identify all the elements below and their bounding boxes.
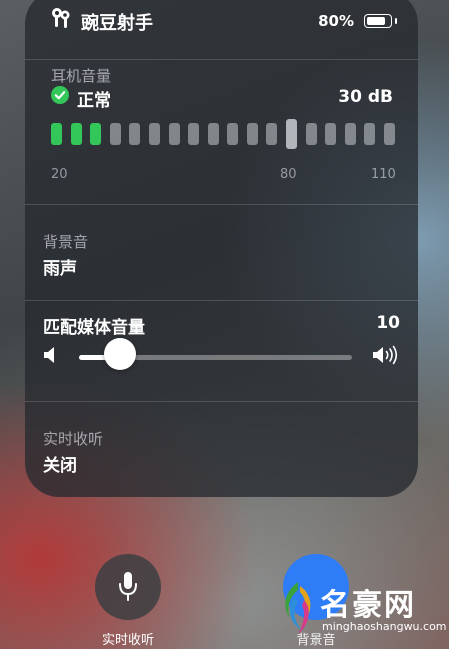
- watermark-subtitle: minghaoshangwu.com: [322, 620, 447, 633]
- live-listen-button-label: 实时收听: [101, 633, 154, 648]
- level-bar: [51, 123, 62, 145]
- level-bar: [227, 123, 239, 145]
- watermark-title: 名豪网: [320, 588, 416, 623]
- airpods-icon: [52, 8, 70, 28]
- media-volume-label: 匹配媒体音量: [43, 318, 145, 338]
- live-listen-label: 实时收听: [43, 430, 104, 448]
- headphone-level-label: 耳机音量: [51, 67, 112, 85]
- watermark: 名豪网 minghaoshangwu.com: [270, 576, 449, 649]
- level-bar: [384, 123, 395, 145]
- media-volume-slider-knob[interactable]: [104, 338, 136, 370]
- level-bar: [266, 123, 278, 145]
- microphone-icon: [119, 572, 137, 601]
- level-marker: [286, 119, 298, 149]
- scale-mid-label: 80: [280, 167, 297, 182]
- checkmark-circle-icon: [51, 86, 69, 104]
- level-bar: [109, 123, 121, 145]
- device-name: 豌豆射手: [81, 13, 153, 34]
- headphone-level-db: 30 dB: [338, 87, 393, 107]
- divider: [25, 204, 418, 205]
- divider: [25, 59, 418, 60]
- headphone-level-status: 正常: [77, 91, 111, 111]
- battery-percentage: 80%: [318, 12, 354, 30]
- watermark-logo: [285, 582, 311, 634]
- level-bar: [188, 123, 200, 145]
- level-bar: [207, 123, 219, 145]
- live-listen-button[interactable]: [95, 554, 161, 620]
- divider: [25, 300, 418, 301]
- battery-icon: [364, 14, 392, 28]
- level-bar: [364, 123, 376, 145]
- level-bar: [70, 123, 82, 145]
- level-bar: [246, 123, 258, 145]
- level-bar: [90, 123, 102, 145]
- hearing-control-panel: 豌豆射手 80% 耳机音量 正常 30 dB 20 80 110 背景音 雨声 …: [25, 0, 418, 497]
- level-bar: [325, 123, 337, 145]
- scale-min-label: 20: [51, 167, 68, 182]
- level-bar: [129, 123, 141, 145]
- media-volume-value: 10: [376, 313, 400, 333]
- speaker-low-icon: [44, 347, 54, 363]
- level-bar: [148, 123, 160, 145]
- background-sounds-label: 背景音: [43, 233, 89, 251]
- scale-max-label: 110: [371, 167, 396, 182]
- level-bar: [344, 123, 356, 145]
- headphone-level-meter: [51, 119, 395, 149]
- background-sounds-value: 雨声: [43, 259, 77, 279]
- battery-cap: [395, 18, 397, 24]
- level-bar: [305, 123, 317, 145]
- divider: [25, 401, 418, 402]
- speaker-high-icon: [373, 345, 398, 365]
- level-bar: [168, 123, 180, 145]
- live-listen-value: 关闭: [43, 456, 77, 476]
